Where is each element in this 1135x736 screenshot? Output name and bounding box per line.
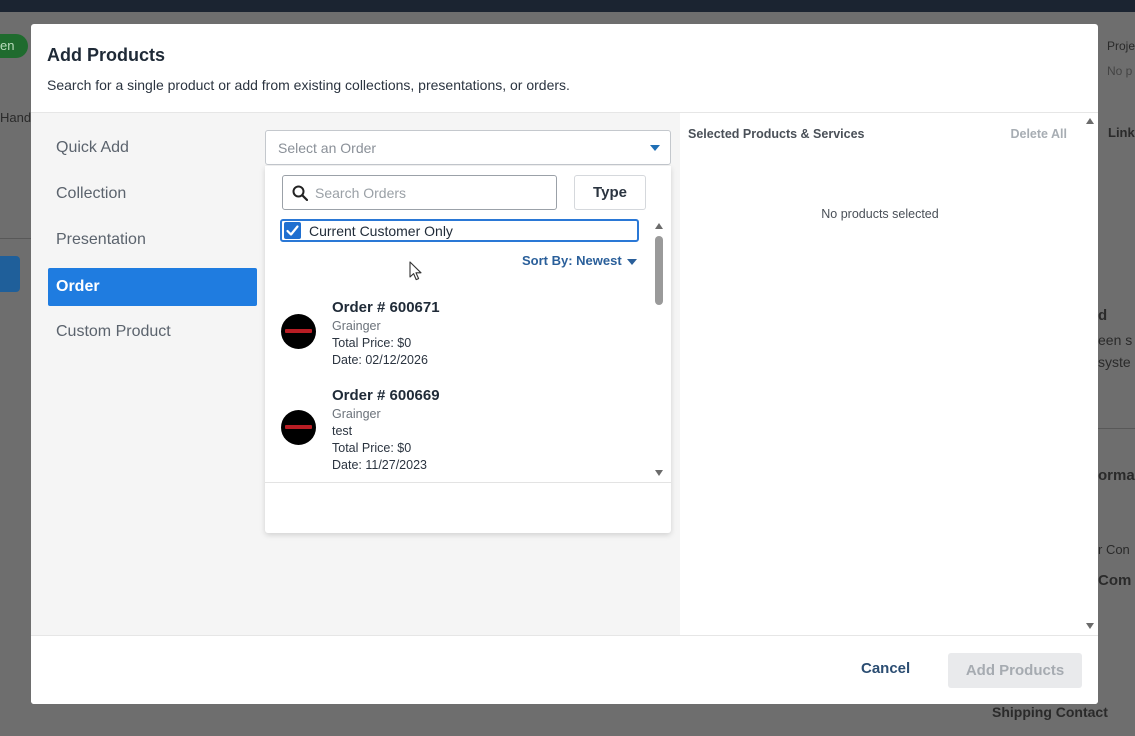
bg-text-project: Proje [1107, 39, 1135, 53]
type-filter-button[interactable]: Type [574, 175, 646, 210]
bg-text-d: d [1098, 307, 1108, 324]
order-note: test [332, 424, 353, 438]
bg-divider [1098, 428, 1135, 429]
mouse-cursor-icon [409, 261, 422, 281]
add-products-button[interactable]: Add Products [948, 653, 1082, 688]
search-orders-input[interactable] [315, 183, 545, 203]
grainger-logo-icon [281, 410, 316, 445]
order-number: Order # 600669 [332, 387, 440, 404]
sort-dropdown[interactable]: Sort By: Newest [522, 253, 622, 268]
nav-item-order[interactable]: Order [48, 268, 257, 306]
bg-label-left: Hand [0, 110, 32, 125]
scroll-up-icon[interactable] [1086, 118, 1094, 124]
order-date: Date: 11/27/2023 [332, 458, 427, 472]
selected-products-panel: Selected Products & Services Delete All … [680, 112, 1098, 635]
dropdown-divider [265, 482, 671, 483]
order-list-item[interactable]: Order # 600671 Grainger Total Price: $0 … [281, 299, 641, 369]
nav-item-custom-product[interactable]: Custom Product [48, 313, 257, 351]
order-list-item[interactable]: Order # 600669 Grainger test Total Price… [281, 387, 641, 473]
bg-text-none: No p [1107, 64, 1133, 78]
search-icon [292, 185, 308, 201]
checkbox-checked[interactable] [284, 222, 301, 239]
modal-title: Add Products [47, 45, 166, 65]
current-customer-only-label: Current Customer Only [309, 223, 453, 239]
order-customer: Grainger [332, 319, 381, 333]
order-customer: Grainger [332, 407, 381, 421]
bg-blue-button [0, 256, 20, 292]
grainger-logo-icon [281, 314, 316, 349]
empty-state-text: No products selected [821, 207, 939, 221]
order-select[interactable]: Select an Order [265, 130, 671, 165]
order-number: Order # 600671 [332, 299, 440, 316]
scroll-down-icon[interactable] [655, 470, 663, 476]
bg-divider [0, 238, 31, 239]
order-total-price: Total Price: $0 [332, 336, 412, 350]
order-date: Date: 02/12/2026 [332, 353, 428, 367]
bg-shipping-contact: Shipping Contact [992, 704, 1108, 720]
sort-caret-icon [627, 259, 637, 265]
nav-item-quick-add[interactable]: Quick Add [48, 129, 257, 167]
cancel-button[interactable]: Cancel [861, 660, 910, 677]
scroll-thumb[interactable] [655, 236, 663, 305]
selected-products-title: Selected Products & Services [688, 127, 865, 141]
add-products-modal: Add Products Search for a single product… [31, 24, 1098, 704]
bg-text-link: Link [1108, 125, 1135, 140]
checkmark-icon [286, 225, 299, 236]
app-top-bar [0, 0, 1135, 12]
chevron-down-icon [650, 145, 660, 151]
bg-text-system: syste [1098, 354, 1131, 370]
status-pill: en [0, 34, 28, 58]
delete-all-button[interactable]: Delete All [1010, 127, 1067, 141]
scroll-up-icon[interactable] [655, 223, 663, 229]
nav-item-collection[interactable]: Collection [48, 175, 257, 213]
scroll-down-icon[interactable] [1086, 623, 1094, 629]
order-list-scrollbar[interactable] [654, 223, 664, 476]
nav-item-presentation[interactable]: Presentation [48, 221, 257, 259]
order-dropdown: Type Current Customer Only Sort By: Newe… [265, 166, 671, 533]
bg-text-seen: een s [1098, 332, 1133, 348]
order-select-placeholder: Select an Order [278, 140, 377, 156]
modal-footer: Cancel Add Products [31, 635, 1098, 704]
bg-text-com: Com [1098, 572, 1132, 589]
modal-subtitle: Search for a single product or add from … [47, 77, 570, 93]
search-orders-box [282, 175, 557, 210]
bg-text-contact: r Con [1098, 542, 1130, 557]
order-total-price: Total Price: $0 [332, 441, 412, 455]
current-customer-only-toggle[interactable]: Current Customer Only [280, 219, 639, 242]
bg-text-information: orma [1098, 467, 1135, 484]
